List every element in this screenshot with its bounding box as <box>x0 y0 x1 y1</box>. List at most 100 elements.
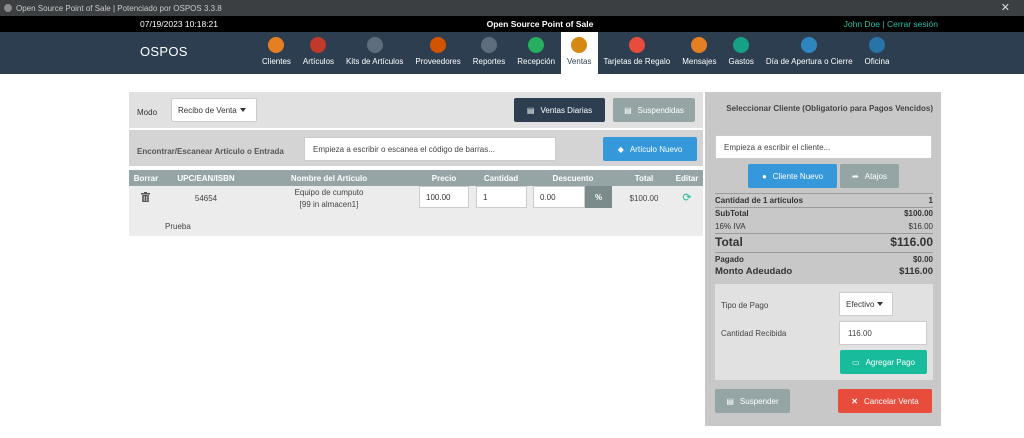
total-value: $116.00 <box>890 235 933 249</box>
select-customer-label: Seleccionar Cliente (Obligatorio para Pa… <box>726 104 933 113</box>
nav-item-label: Gastos <box>728 57 754 66</box>
payment-panel: Tipo de Pago Efectivo Cantidad Recibida … <box>715 284 933 380</box>
office-icon <box>868 37 885 53</box>
nav-item-messages[interactable]: Mensajes <box>676 32 722 74</box>
col-upc: UPC/EAN/ISBN <box>177 174 235 183</box>
main-navbar: OSPOS Clientes Artículos Kits de Artículos… <box>0 32 1024 74</box>
suspend-button[interactable]: ▤ Suspender <box>715 389 790 413</box>
nav-item-cashups[interactable]: Día de Apertura o Cierre <box>760 32 859 74</box>
user-name-link[interactable]: John Doe <box>844 19 880 29</box>
nav-item-label: Clientes <box>262 57 291 66</box>
cancel-sale-button[interactable]: ✕ Cancelar Venta <box>838 389 932 413</box>
suspended-label: Suspendidas <box>637 105 684 115</box>
col-edit: Editar <box>675 174 699 183</box>
nav-item-customers[interactable]: Clientes <box>256 32 297 74</box>
nav-item-expenses[interactable]: Gastos <box>722 32 759 74</box>
divider <box>715 233 933 234</box>
close-icon: ✕ <box>851 396 858 406</box>
paid-line: Pagado $0.00 <box>715 255 933 264</box>
price-input[interactable]: 100.00 <box>419 186 469 208</box>
col-price: Precio <box>431 174 457 183</box>
sale-summary-panel: Seleccionar Cliente (Obligatorio para Pa… <box>705 92 941 426</box>
item-search-input[interactable]: Empieza a escribir o escanea el código d… <box>304 137 556 161</box>
suspended-button[interactable]: ▤ Suspendidas <box>613 98 695 122</box>
amount-due-line: Monto Adeudado $116.00 <box>715 266 933 277</box>
mode-select-value: Recibo de Venta <box>178 105 237 115</box>
list-icon: ▤ <box>526 105 535 115</box>
brand-logo[interactable]: OSPOS <box>140 44 188 59</box>
customer-search-input[interactable]: Empieza a escribir el cliente... <box>715 135 932 159</box>
new-customer-label: Cliente Nuevo <box>772 171 824 181</box>
nav-item-sales[interactable]: Ventas <box>561 32 598 74</box>
mode-label: Modo <box>137 108 158 117</box>
item-search-panel: Encontrar/Escanear Artículo o Entrada Em… <box>129 130 703 166</box>
logout-link[interactable]: Cerrar sesión <box>887 19 938 29</box>
new-item-button[interactable]: ◆ Artículo Nuevo <box>603 137 697 161</box>
nav-item-label: Mensajes <box>682 57 717 66</box>
amount-received-value: 116.00 <box>848 328 872 338</box>
item-upc: 54654 <box>194 194 218 203</box>
nav-item-label: Proveedores <box>415 57 461 66</box>
total-line: Total $116.00 <box>715 235 933 249</box>
cashups-icon <box>801 37 818 53</box>
mode-panel: Modo Recibo de Venta ▤ Ventas Diarias ▤ Su… <box>129 92 703 128</box>
chevron-down-icon <box>239 108 246 112</box>
items-icon <box>310 37 327 53</box>
tag-icon: ◆ <box>617 144 624 154</box>
shortcuts-button[interactable]: ➦ Atajos <box>840 164 899 188</box>
tax-label: 16% IVA <box>715 222 746 231</box>
item-stock: [99 in almacen1] <box>299 200 359 209</box>
payment-type-select[interactable]: Efectivo <box>839 292 893 316</box>
trash-icon[interactable] <box>141 192 150 202</box>
module-nav: Clientes Artículos Kits de Artículos Provee… <box>256 32 895 74</box>
suspend-icon: ▤ <box>726 396 734 406</box>
new-customer-button[interactable]: ● Cliente Nuevo <box>748 164 837 188</box>
share-icon: ➦ <box>852 171 859 181</box>
nav-item-item-kits[interactable]: Kits de Artículos <box>340 32 409 74</box>
app-icon <box>4 4 12 12</box>
register-panel: Modo Recibo de Venta ▤ Ventas Diarias ▤ Su… <box>129 92 703 236</box>
refresh-icon[interactable]: ⟳ <box>681 191 693 204</box>
daily-sales-button[interactable]: ▤ Ventas Diarias <box>514 98 605 122</box>
nav-item-suppliers[interactable]: Proveedores <box>409 32 466 74</box>
quantity-input[interactable]: 1 <box>476 186 527 208</box>
user-separator: | <box>880 19 887 29</box>
credit-card-icon: ▭ <box>852 357 860 367</box>
subtotal-value: $100.00 <box>904 209 933 218</box>
table-row: 54654 Equipo de cumputo [99 in almacen1]… <box>129 186 703 236</box>
nav-item-receivings[interactable]: Recepción <box>511 32 561 74</box>
item-kits-icon <box>366 37 383 53</box>
divider <box>715 193 933 194</box>
divider <box>715 207 933 208</box>
add-payment-label: Agregar Pago <box>865 357 915 367</box>
nav-item-label: Kits de Artículos <box>346 57 404 66</box>
nav-item-items[interactable]: Artículos <box>297 32 340 74</box>
daily-sales-label: Ventas Diarias <box>540 105 593 115</box>
paid-value: $0.00 <box>912 255 933 264</box>
items-count-line: Cantidad de 1 artículos 1 <box>715 196 933 205</box>
price-value: 100.00 <box>426 192 451 202</box>
payment-type-value: Efectivo <box>846 299 875 309</box>
discount-input[interactable]: 0.00 <box>533 186 585 208</box>
nav-item-reports[interactable]: Reportes <box>467 32 511 74</box>
window-close-icon[interactable]: ✕ <box>1001 0 1010 16</box>
cart-table-header: Borrar UPC/EAN/ISBN Nombre del Artículo … <box>129 170 703 186</box>
items-count-label: Cantidad de 1 artículos <box>715 196 804 205</box>
add-payment-button[interactable]: ▭ Agregar Pago <box>840 350 927 374</box>
nav-item-label: Artículos <box>302 57 335 66</box>
nav-item-giftcards[interactable]: Tarjetas de Regalo <box>598 32 677 74</box>
nav-item-office[interactable]: Oficina <box>859 32 896 74</box>
nav-item-label: Reportes <box>472 57 506 66</box>
discount-value: 0.00 <box>540 192 556 202</box>
top-info-bar: 07/19/2023 10:18:21 Open Source Point of… <box>0 16 1024 32</box>
expenses-icon <box>733 37 750 53</box>
cancel-sale-label: Cancelar Venta <box>864 396 919 406</box>
col-quantity: Cantidad <box>483 174 519 183</box>
discount-type-toggle[interactable]: % <box>585 186 612 208</box>
amount-received-input[interactable]: 116.00 <box>839 321 927 345</box>
mode-select[interactable]: Recibo de Venta <box>171 98 257 122</box>
tax-value: $16.00 <box>908 222 933 231</box>
user-icon: ● <box>761 171 767 181</box>
nav-item-label: Recepción <box>517 57 556 66</box>
messages-icon <box>691 37 708 53</box>
